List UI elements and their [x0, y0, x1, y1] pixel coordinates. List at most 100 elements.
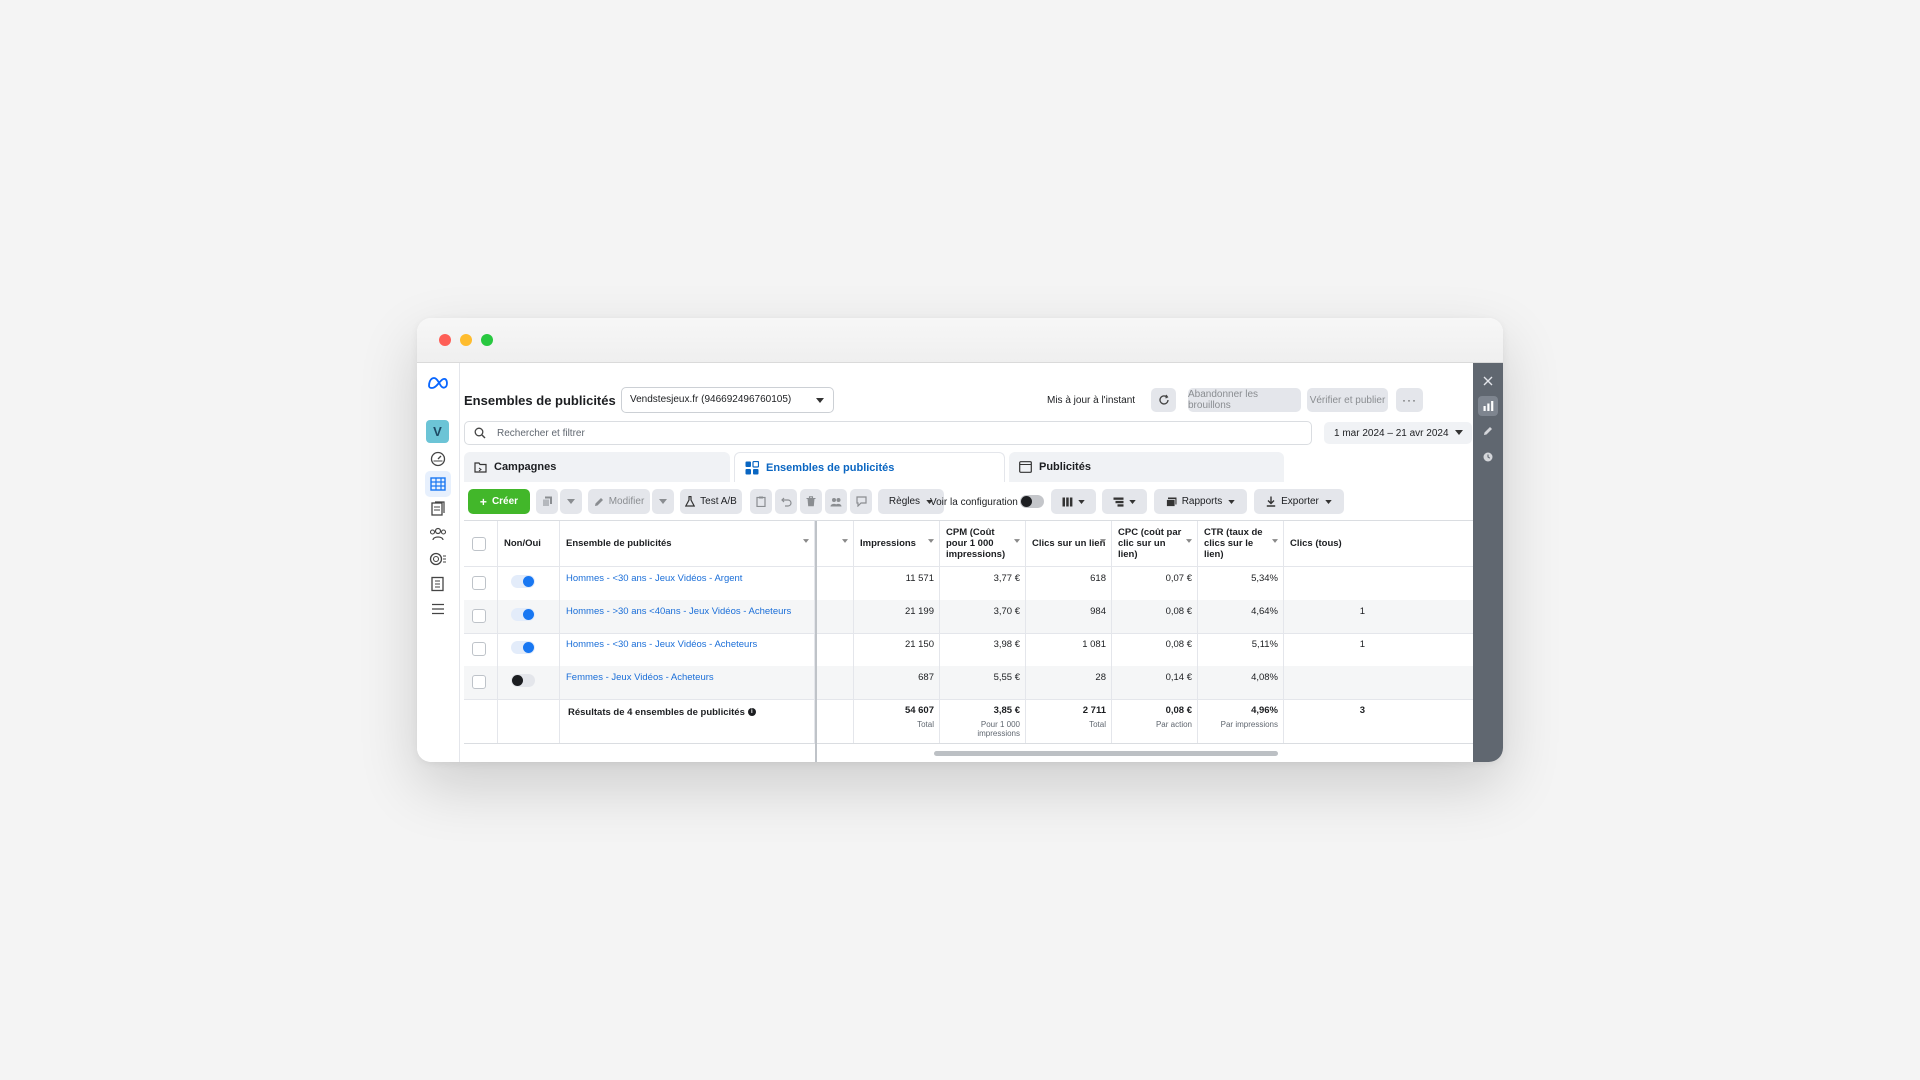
row-ctr: 5,11%: [1198, 633, 1284, 666]
row-ctr: 4,64%: [1198, 600, 1284, 633]
column-header-ctr[interactable]: CTR (taux de clics sur le lien): [1198, 521, 1284, 566]
pencil-icon[interactable]: [1478, 421, 1498, 441]
tab-campaigns[interactable]: Campagnes: [464, 452, 730, 482]
table-header-row: Non/Oui Ensemble de publicités Impressio…: [464, 521, 1476, 567]
history-icon[interactable]: [1478, 447, 1498, 467]
row-clicks-all: [1284, 666, 1370, 699]
summary-impressions-cell: 54 607 Total: [854, 699, 940, 743]
summary-ctr-sub: Par impressions: [1220, 720, 1278, 729]
column-header-clicks-all[interactable]: Clics (tous): [1284, 521, 1476, 566]
ad-set-name-link[interactable]: Hommes - <30 ans - Jeux Vidéos - Argent: [566, 573, 742, 584]
column-header-link-clicks[interactable]: Clics sur un lien: [1026, 521, 1112, 566]
ab-test-button[interactable]: Test A/B: [680, 489, 742, 514]
table-row[interactable]: Hommes - >30 ans <40ans - Jeux Vidéos - …: [464, 600, 1476, 634]
edit-dropdown-button[interactable]: [652, 489, 674, 514]
column-header-cpm[interactable]: CPM (Coût pour 1 000 impressions): [940, 521, 1026, 566]
refresh-icon: [1158, 394, 1169, 405]
share-audience-button[interactable]: [825, 489, 847, 514]
column-header-toggle[interactable]: Non/Oui: [498, 521, 560, 566]
more-options-button[interactable]: ···: [1396, 388, 1423, 412]
ad-targeting-icon[interactable]: [425, 546, 451, 572]
horizontal-scrollbar[interactable]: [934, 751, 1278, 756]
row-clicks-all: [1284, 567, 1370, 600]
ad-set-name-link[interactable]: Hommes - <30 ans - Jeux Vidéos - Acheteu…: [566, 639, 757, 650]
tag-button[interactable]: [850, 489, 872, 514]
create-button[interactable]: + Créer: [468, 489, 530, 514]
review-publish-button[interactable]: Vérifier et publier: [1307, 388, 1388, 412]
close-window-button[interactable]: [439, 334, 451, 346]
toggle-knob: [512, 675, 523, 686]
table-row[interactable]: Hommes - <30 ans - Jeux Vidéos - Acheteu…: [464, 633, 1476, 667]
tab-ads[interactable]: Publicités: [1009, 452, 1284, 482]
account-selector[interactable]: Vendstesjeux.fr (946692496760105): [621, 387, 834, 413]
row-cpm: 3,77 €: [940, 567, 1026, 600]
row-cpc: 0,07 €: [1112, 567, 1198, 600]
columns-button[interactable]: [1051, 489, 1096, 514]
select-all-checkbox[interactable]: [472, 537, 486, 551]
row-checkbox[interactable]: [472, 675, 486, 689]
row-ctr: 5,34%: [1198, 567, 1284, 600]
chevron-down-icon: [1325, 499, 1332, 504]
sort-icon: [1272, 539, 1278, 543]
tab-ad-sets[interactable]: Ensembles de publicités: [734, 452, 1005, 482]
sort-icon: [803, 539, 809, 543]
duplicate-button[interactable]: [536, 489, 558, 514]
reports-button[interactable]: Rapports: [1154, 489, 1247, 514]
flask-icon: [685, 496, 696, 507]
row-on-off-toggle[interactable]: [511, 608, 535, 621]
undo-button[interactable]: [775, 489, 797, 514]
view-config-toggle[interactable]: [1020, 495, 1044, 508]
search-filter-bar[interactable]: Rechercher et filtrer: [464, 421, 1312, 445]
table-icon[interactable]: [425, 471, 451, 497]
row-on-off-toggle[interactable]: [511, 575, 535, 588]
row-checkbox[interactable]: [472, 576, 486, 590]
row-on-off-toggle[interactable]: [511, 674, 535, 687]
close-panel-icon[interactable]: [1478, 371, 1498, 391]
column-header-cpc[interactable]: CPC (coût par clic sur un lien): [1112, 521, 1198, 566]
chevron-down-icon: [816, 398, 824, 403]
ad-set-name-link[interactable]: Femmes - Jeux Vidéos - Acheteurs: [566, 672, 714, 683]
delete-button[interactable]: [800, 489, 822, 514]
edit-button[interactable]: Modifier: [588, 489, 650, 514]
clipboard-button[interactable]: [750, 489, 772, 514]
row-impressions: 11 571: [854, 567, 940, 600]
row-cpc: 0,08 €: [1112, 600, 1198, 633]
refresh-button[interactable]: [1151, 388, 1176, 412]
row-checkbox[interactable]: [472, 642, 486, 656]
duplicate-dropdown-button[interactable]: [560, 489, 582, 514]
tab-ad-sets-label: Ensembles de publicités: [766, 461, 895, 474]
info-icon[interactable]: i: [747, 708, 756, 717]
column-header-delivery[interactable]: [817, 521, 854, 566]
account-avatar[interactable]: V: [426, 420, 449, 443]
table-row[interactable]: Femmes - Jeux Vidéos - Acheteurs 687 5,5…: [464, 666, 1476, 700]
row-link-clicks: 984: [1026, 600, 1112, 633]
summary-spacer: [498, 699, 560, 743]
column-header-impressions[interactable]: Impressions: [854, 521, 940, 566]
columns-icon: [1062, 497, 1073, 506]
row-delivery-cell: [817, 633, 854, 666]
row-link-clicks: 1 081: [1026, 633, 1112, 666]
date-range-picker[interactable]: 1 mar 2024 – 21 avr 2024: [1324, 422, 1472, 444]
column-header-name[interactable]: Ensemble de publicités: [560, 521, 815, 566]
breakdown-button[interactable]: [1102, 489, 1147, 514]
row-cpc: 0,08 €: [1112, 633, 1198, 666]
menu-icon[interactable]: [425, 596, 451, 622]
row-on-off-toggle[interactable]: [511, 641, 535, 654]
chart-icon[interactable]: [1478, 396, 1498, 416]
audience-icon[interactable]: [425, 521, 451, 547]
table-row[interactable]: Hommes - <30 ans - Jeux Vidéos - Argent …: [464, 567, 1476, 601]
sort-icon: [1186, 539, 1192, 543]
dashboard-icon[interactable]: [425, 446, 451, 472]
pages-icon[interactable]: [425, 496, 451, 522]
row-checkbox[interactable]: [472, 609, 486, 623]
export-button[interactable]: Exporter: [1254, 489, 1344, 514]
row-select-cell: [464, 666, 498, 699]
minimize-window-button[interactable]: [460, 334, 472, 346]
row-toggle-cell: [498, 567, 560, 600]
row-cpm: 3,98 €: [940, 633, 1026, 666]
zoom-window-button[interactable]: [481, 334, 493, 346]
meta-logo-icon[interactable]: [425, 370, 451, 396]
discard-drafts-button[interactable]: Abandonner les brouillons: [1188, 388, 1301, 412]
billing-icon[interactable]: [425, 571, 451, 597]
ad-set-name-link[interactable]: Hommes - >30 ans <40ans - Jeux Vidéos - …: [566, 606, 791, 617]
